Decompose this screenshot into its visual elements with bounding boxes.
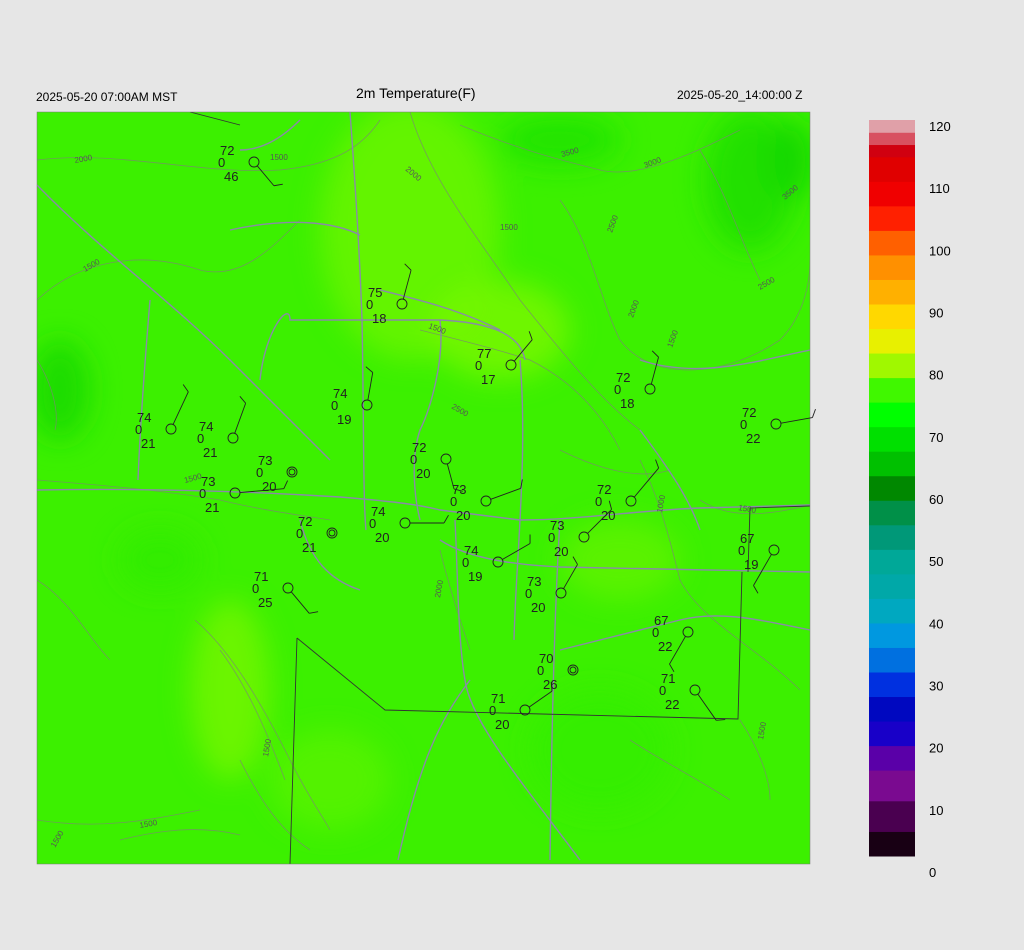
color-scale-band bbox=[869, 328, 915, 354]
color-scale-band bbox=[869, 377, 915, 403]
color-scale-band bbox=[869, 573, 915, 599]
color-scale-band bbox=[869, 205, 915, 231]
color-scale-tick-label: 40 bbox=[929, 616, 943, 631]
color-scale-band bbox=[869, 254, 915, 280]
color-scale-band bbox=[869, 132, 915, 146]
color-scale-tick-label: 10 bbox=[929, 803, 943, 818]
color-scale-tick-label: 0 bbox=[929, 865, 936, 880]
color-scale-band bbox=[869, 451, 915, 477]
color-scale-band bbox=[869, 500, 915, 526]
color-scale-band bbox=[869, 672, 915, 698]
color-scale-band bbox=[869, 831, 915, 857]
color-scale-band bbox=[869, 475, 915, 501]
color-scale-tick-label: 80 bbox=[929, 368, 943, 383]
color-scale-tick-label: 50 bbox=[929, 554, 943, 569]
color-scale-band bbox=[869, 598, 915, 624]
color-scale-band bbox=[869, 353, 915, 379]
color-scale-bar bbox=[869, 120, 915, 857]
color-scale-ticks: 1201101009080706050403020100 bbox=[929, 119, 951, 880]
color-scale-tick-label: 110 bbox=[929, 181, 950, 196]
color-scale-tick-label: 70 bbox=[929, 430, 943, 445]
color-scale-band bbox=[869, 696, 915, 722]
color-scale-tick-label: 90 bbox=[929, 306, 943, 321]
color-scale-band bbox=[869, 800, 915, 832]
color-scale-band bbox=[869, 721, 915, 747]
color-scale-band bbox=[869, 745, 915, 771]
color-scale-tick-label: 100 bbox=[929, 243, 951, 258]
color-scale-band bbox=[869, 622, 915, 648]
color-scale-band bbox=[869, 144, 915, 158]
color-scale-band bbox=[869, 426, 915, 452]
color-scale-band bbox=[869, 230, 915, 256]
color-scale-band bbox=[869, 402, 915, 428]
color-scale-tick-label: 60 bbox=[929, 492, 943, 507]
color-scale-band bbox=[869, 120, 915, 133]
color-scale-tick-label: 20 bbox=[929, 741, 943, 756]
color-scale-band bbox=[869, 156, 915, 182]
color-scale-band bbox=[869, 524, 915, 550]
color-scale-band bbox=[869, 770, 915, 802]
color-scale: 1201101009080706050403020100 bbox=[869, 119, 951, 880]
color-scale-band bbox=[869, 279, 915, 305]
color-scale-tick-label: 30 bbox=[929, 679, 943, 694]
color-scale-band bbox=[869, 647, 915, 673]
color-scale-band bbox=[869, 181, 915, 207]
color-scale-band bbox=[869, 549, 915, 575]
color-scale-tick-label: 120 bbox=[929, 119, 951, 134]
color-scale-band bbox=[869, 304, 915, 330]
